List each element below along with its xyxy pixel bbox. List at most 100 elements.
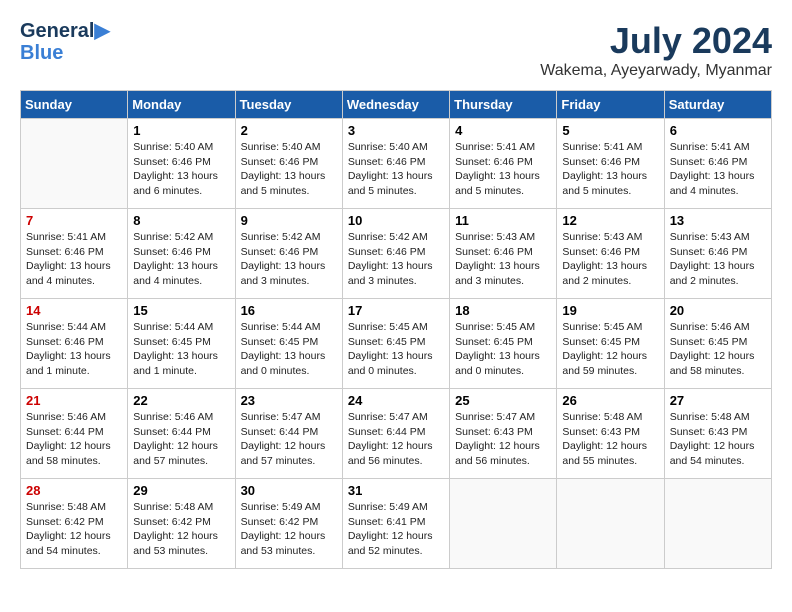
day-number: 13	[670, 213, 766, 228]
logo-subtext: Blue	[20, 42, 110, 64]
day-info: Sunrise: 5:46 AMSunset: 6:44 PMDaylight:…	[26, 410, 122, 469]
weekday-header-saturday: Saturday	[664, 91, 771, 119]
day-info: Sunrise: 5:48 AMSunset: 6:42 PMDaylight:…	[133, 500, 229, 559]
day-info: Sunrise: 5:46 AMSunset: 6:45 PMDaylight:…	[670, 320, 766, 379]
day-number: 8	[133, 213, 229, 228]
day-info: Sunrise: 5:49 AMSunset: 6:42 PMDaylight:…	[241, 500, 337, 559]
week-row-4: 21 Sunrise: 5:46 AMSunset: 6:44 PMDayligh…	[21, 389, 772, 479]
day-number: 19	[562, 303, 658, 318]
calendar-cell	[664, 479, 771, 569]
day-number: 27	[670, 393, 766, 408]
calendar-cell: 21 Sunrise: 5:46 AMSunset: 6:44 PMDayligh…	[21, 389, 128, 479]
weekday-header-tuesday: Tuesday	[235, 91, 342, 119]
day-number: 22	[133, 393, 229, 408]
day-info: Sunrise: 5:41 AMSunset: 6:46 PMDaylight:…	[26, 230, 122, 289]
calendar-cell: 10Sunrise: 5:42 AMSunset: 6:46 PMDayligh…	[342, 209, 449, 299]
day-number: 23	[241, 393, 337, 408]
day-info: Sunrise: 5:45 AMSunset: 6:45 PMDaylight:…	[455, 320, 551, 379]
day-info: Sunrise: 5:48 AMSunset: 6:43 PMDaylight:…	[562, 410, 658, 469]
day-info: Sunrise: 5:40 AMSunset: 6:46 PMDaylight:…	[241, 140, 337, 199]
calendar-cell	[557, 479, 664, 569]
day-number: 11	[455, 213, 551, 228]
calendar-cell: 9Sunrise: 5:42 AMSunset: 6:46 PMDaylight…	[235, 209, 342, 299]
day-number: 16	[241, 303, 337, 318]
day-info: Sunrise: 5:40 AMSunset: 6:46 PMDaylight:…	[348, 140, 444, 199]
day-number: 25	[455, 393, 551, 408]
calendar-cell: 23 Sunrise: 5:47 AMSunset: 6:44 PMDayligh…	[235, 389, 342, 479]
calendar-cell	[21, 119, 128, 209]
day-number: 4	[455, 123, 551, 138]
calendar-cell: 18 Sunrise: 5:45 AMSunset: 6:45 PMDayligh…	[450, 299, 557, 389]
week-row-1: 1Sunrise: 5:40 AMSunset: 6:46 PMDaylight…	[21, 119, 772, 209]
calendar-cell: 20 Sunrise: 5:46 AMSunset: 6:45 PMDayligh…	[664, 299, 771, 389]
day-number: 14	[26, 303, 122, 318]
calendar-cell: 28 Sunrise: 5:48 AMSunset: 6:42 PMDayligh…	[21, 479, 128, 569]
calendar-cell: 19 Sunrise: 5:45 AMSunset: 6:45 PMDayligh…	[557, 299, 664, 389]
calendar-cell: 15 Sunrise: 5:44 AMSunset: 6:45 PMDayligh…	[128, 299, 235, 389]
day-number: 28	[26, 483, 122, 498]
day-number: 20	[670, 303, 766, 318]
day-info: Sunrise: 5:41 AMSunset: 6:46 PMDaylight:…	[562, 140, 658, 199]
day-info: Sunrise: 5:45 AMSunset: 6:45 PMDaylight:…	[562, 320, 658, 379]
day-number: 6	[670, 123, 766, 138]
day-number: 10	[348, 213, 444, 228]
day-number: 12	[562, 213, 658, 228]
calendar-cell: 11 Sunrise: 5:43 AMSunset: 6:46 PMDayligh…	[450, 209, 557, 299]
day-info: Sunrise: 5:48 AMSunset: 6:42 PMDaylight:…	[26, 500, 122, 559]
day-number: 18	[455, 303, 551, 318]
day-info: Sunrise: 5:49 AMSunset: 6:41 PMDaylight:…	[348, 500, 444, 559]
calendar-cell: 2Sunrise: 5:40 AMSunset: 6:46 PMDaylight…	[235, 119, 342, 209]
day-info: Sunrise: 5:43 AMSunset: 6:46 PMDaylight:…	[562, 230, 658, 289]
day-info: Sunrise: 5:41 AMSunset: 6:46 PMDaylight:…	[455, 140, 551, 199]
week-row-2: 7 Sunrise: 5:41 AMSunset: 6:46 PMDaylight…	[21, 209, 772, 299]
weekday-header-wednesday: Wednesday	[342, 91, 449, 119]
calendar-cell: 14 Sunrise: 5:44 AMSunset: 6:46 PMDayligh…	[21, 299, 128, 389]
day-number: 21	[26, 393, 122, 408]
month-title: July 2024	[540, 20, 772, 62]
page-header: General▶ Blue July 2024 Wakema, Ayeyarwa…	[20, 20, 772, 80]
calendar-cell: 8Sunrise: 5:42 AMSunset: 6:46 PMDaylight…	[128, 209, 235, 299]
day-number: 3	[348, 123, 444, 138]
week-row-3: 14 Sunrise: 5:44 AMSunset: 6:46 PMDayligh…	[21, 299, 772, 389]
calendar-cell: 5 Sunrise: 5:41 AMSunset: 6:46 PMDaylight…	[557, 119, 664, 209]
weekday-header-thursday: Thursday	[450, 91, 557, 119]
calendar-cell: 3 Sunrise: 5:40 AMSunset: 6:46 PMDaylight…	[342, 119, 449, 209]
logo: General▶ Blue	[20, 20, 110, 64]
calendar-cell: 29Sunrise: 5:48 AMSunset: 6:42 PMDayligh…	[128, 479, 235, 569]
calendar-cell: 30 Sunrise: 5:49 AMSunset: 6:42 PMDayligh…	[235, 479, 342, 569]
title-block: July 2024 Wakema, Ayeyarwady, Myanmar	[540, 20, 772, 80]
day-number: 24	[348, 393, 444, 408]
day-info: Sunrise: 5:47 AMSunset: 6:44 PMDaylight:…	[241, 410, 337, 469]
calendar-cell: 24 Sunrise: 5:47 AMSunset: 6:44 PMDayligh…	[342, 389, 449, 479]
day-info: Sunrise: 5:48 AMSunset: 6:43 PMDaylight:…	[670, 410, 766, 469]
calendar-cell: 17Sunrise: 5:45 AMSunset: 6:45 PMDayligh…	[342, 299, 449, 389]
day-info: Sunrise: 5:42 AMSunset: 6:46 PMDaylight:…	[241, 230, 337, 289]
day-number: 30	[241, 483, 337, 498]
day-number: 7	[26, 213, 122, 228]
day-info: Sunrise: 5:41 AMSunset: 6:46 PMDaylight:…	[670, 140, 766, 199]
day-number: 5	[562, 123, 658, 138]
calendar-cell: 12 Sunrise: 5:43 AMSunset: 6:46 PMDayligh…	[557, 209, 664, 299]
day-info: Sunrise: 5:47 AMSunset: 6:44 PMDaylight:…	[348, 410, 444, 469]
week-row-5: 28 Sunrise: 5:48 AMSunset: 6:42 PMDayligh…	[21, 479, 772, 569]
day-info: Sunrise: 5:47 AMSunset: 6:43 PMDaylight:…	[455, 410, 551, 469]
weekday-header-sunday: Sunday	[21, 91, 128, 119]
day-info: Sunrise: 5:44 AMSunset: 6:45 PMDaylight:…	[133, 320, 229, 379]
weekday-header-row: SundayMondayTuesdayWednesdayThursdayFrid…	[21, 91, 772, 119]
calendar-cell: 27 Sunrise: 5:48 AMSunset: 6:43 PMDayligh…	[664, 389, 771, 479]
calendar-cell: 31Sunrise: 5:49 AMSunset: 6:41 PMDayligh…	[342, 479, 449, 569]
location-subtitle: Wakema, Ayeyarwady, Myanmar	[540, 62, 772, 80]
weekday-header-friday: Friday	[557, 91, 664, 119]
calendar-cell	[450, 479, 557, 569]
day-info: Sunrise: 5:43 AMSunset: 6:46 PMDaylight:…	[455, 230, 551, 289]
calendar-cell: 25 Sunrise: 5:47 AMSunset: 6:43 PMDayligh…	[450, 389, 557, 479]
day-info: Sunrise: 5:46 AMSunset: 6:44 PMDaylight:…	[133, 410, 229, 469]
day-number: 17	[348, 303, 444, 318]
calendar-cell: 6 Sunrise: 5:41 AMSunset: 6:46 PMDaylight…	[664, 119, 771, 209]
weekday-header-monday: Monday	[128, 91, 235, 119]
day-info: Sunrise: 5:44 AMSunset: 6:46 PMDaylight:…	[26, 320, 122, 379]
logo-text: General▶	[20, 20, 110, 42]
day-number: 15	[133, 303, 229, 318]
calendar-cell: 7 Sunrise: 5:41 AMSunset: 6:46 PMDaylight…	[21, 209, 128, 299]
calendar-cell: 1Sunrise: 5:40 AMSunset: 6:46 PMDaylight…	[128, 119, 235, 209]
